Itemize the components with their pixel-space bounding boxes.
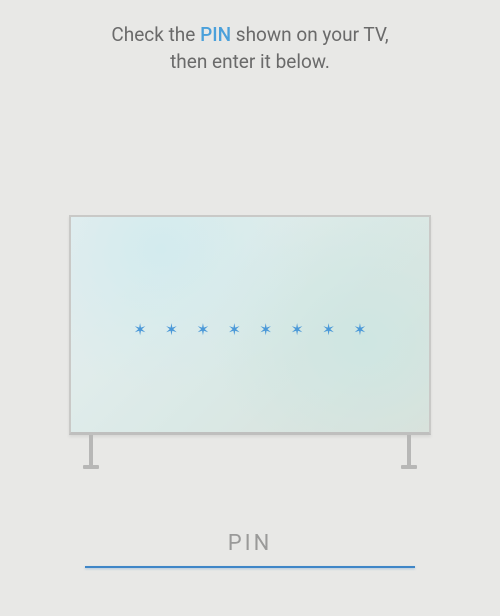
star-icon: ✶ (259, 322, 272, 338)
tv-screen: ✶ ✶ ✶ ✶ ✶ ✶ ✶ ✶ (69, 215, 431, 435)
heading-suffix-line1: shown on your TV, (231, 23, 389, 46)
star-icon: ✶ (228, 322, 241, 338)
masked-pin-stars: ✶ ✶ ✶ ✶ ✶ ✶ ✶ ✶ (133, 322, 366, 338)
heading-prefix: Check the (111, 23, 200, 46)
star-icon: ✶ (133, 322, 146, 338)
heading-highlight-pin: PIN (200, 23, 231, 46)
instruction-heading: Check the PIN shown on your TV, then ent… (0, 0, 500, 75)
pin-input-placeholder: PIN (85, 531, 415, 566)
pin-input-underline (85, 566, 415, 568)
pin-input[interactable]: PIN (85, 531, 415, 568)
tv-illustration: ✶ ✶ ✶ ✶ ✶ ✶ ✶ ✶ (69, 215, 431, 435)
star-icon: ✶ (196, 322, 209, 338)
heading-line2: then enter it below. (170, 50, 330, 73)
star-icon: ✶ (322, 322, 335, 338)
star-icon: ✶ (290, 322, 303, 338)
tv-leg-left (89, 435, 93, 469)
tv-leg-right (407, 435, 411, 469)
star-icon: ✶ (353, 322, 366, 338)
star-icon: ✶ (165, 322, 178, 338)
